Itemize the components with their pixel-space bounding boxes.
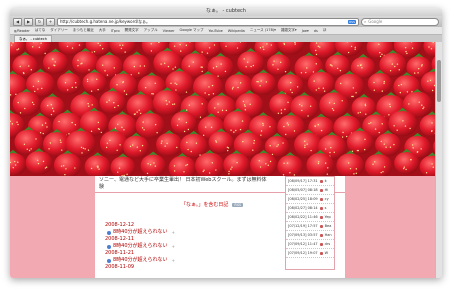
hatena-icon: [107, 230, 111, 235]
tab-active[interactable]: なぁ。 - cubtech: [14, 35, 52, 42]
ad-text-line1[interactable]: ソニー、電通など大手に卒業生輩出！ 日本初Webスクール。まずは無料体: [99, 177, 266, 183]
comment-time: [07/09/13] 03:57: [288, 233, 318, 237]
browser-toolbar: ◀ ▶ ↻ + http://cubtech.g.hatena.ne.jp/ke…: [10, 16, 442, 27]
entry-date[interactable]: 2008-12-11: [105, 236, 175, 243]
entry-title[interactable]: 8時40分が超えられない: [113, 229, 168, 236]
avatar: [319, 242, 323, 246]
back-button[interactable]: ◀: [13, 17, 22, 26]
bookmark-item[interactable]: ITpro: [111, 29, 120, 33]
hatena-icon: [107, 258, 111, 263]
comment-time: [07/09/12] 11:47: [288, 242, 318, 246]
search-placeholder: Google: [368, 19, 383, 24]
entry-title[interactable]: 8時40分が超えられない: [113, 243, 168, 250]
bookmark-item[interactable]: Joe▾: [302, 29, 309, 33]
comment-row[interactable]: [07/09/13] 03:57 Han: [286, 231, 334, 240]
comment-row[interactable]: [07/09/12] 19:07 W: [286, 249, 334, 258]
reload-button[interactable]: ↻: [35, 17, 44, 26]
expand-icon[interactable]: +: [172, 257, 175, 264]
entry-date[interactable]: 2008-12-12: [105, 222, 175, 229]
bookmark-item[interactable]: Viewer: [163, 29, 175, 33]
comment-user[interactable]: drs: [325, 242, 330, 246]
avatar: [319, 206, 323, 210]
avatar: [319, 233, 323, 237]
comment-row[interactable]: [07/12/19] 17:57 Bea: [286, 222, 334, 231]
avatar: [319, 188, 323, 192]
bookmark-item[interactable]: g/Reader: [14, 29, 30, 33]
add-bookmark-button[interactable]: +: [46, 17, 55, 26]
scrollbar-thumb[interactable]: [437, 60, 441, 102]
avatar: [319, 224, 323, 228]
entry-title-row: 8時40分が超えられない +: [105, 229, 175, 236]
avatar: [319, 251, 323, 255]
window-title: なぁ。 - cubtech: [206, 8, 246, 14]
avatar: [319, 179, 323, 183]
bookmark-item[interactable]: 開発文字: [125, 28, 139, 33]
rss-badge[interactable]: RSS: [232, 202, 244, 207]
comment-row[interactable]: [08/02/27] 08:14 s: [286, 204, 334, 213]
bookmarks-bar: g/Reader はてな ダイアリー まつもと最近 大手 ITpro 開発文字 …: [10, 27, 442, 35]
comment-row[interactable]: [08/02/25] 18:09 cy: [286, 195, 334, 204]
ad-text-line2[interactable]: 験: [99, 184, 104, 190]
comment-row[interactable]: [07/09/12] 11:47 drs: [286, 240, 334, 249]
bookmark-item[interactable]: Google マップ: [180, 28, 204, 33]
comment-time: [08/02/27] 08:14: [288, 206, 318, 210]
bookmark-item[interactable]: YouTube: [209, 29, 223, 33]
vertical-scrollbar[interactable]: [435, 42, 442, 278]
bookmark-item[interactable]: ニュース (178)▾: [250, 28, 276, 33]
bookmark-item[interactable]: アップル: [144, 28, 158, 33]
url-text[interactable]: http://cubtech.g.hatena.ne.jp/keyword/なぁ…: [60, 19, 346, 25]
comment-user[interactable]: Yep: [325, 215, 331, 219]
bookmark-item[interactable]: Wikipedia: [228, 29, 245, 33]
comment-time: [08/05/07] 08:18: [288, 188, 318, 192]
avatar: [319, 197, 323, 201]
diary-heading-text: 「なぁ。」を含む日記: [181, 202, 229, 208]
hatena-icon: [107, 244, 111, 249]
bookmark-item[interactable]: 雑雑文字▾: [281, 28, 297, 33]
comment-time: [07/12/19] 17:57: [288, 224, 318, 228]
diary-entry-list: 2008-12-12 8時40分が超えられない + 2008-12-11 8時4…: [105, 222, 175, 271]
comment-user[interactable]: k: [325, 179, 327, 183]
comment-user[interactable]: cy: [325, 197, 329, 201]
search-field[interactable]: ⌕ Google: [361, 17, 439, 26]
entry-title-row: 8時40分が超えられない +: [105, 257, 175, 264]
entry-date[interactable]: 2008-11-09: [105, 264, 175, 271]
url-bar[interactable]: http://cubtech.g.hatena.ne.jp/keyword/なぁ…: [57, 17, 359, 26]
expand-icon[interactable]: +: [172, 243, 175, 250]
search-icon: ⌕: [364, 19, 367, 24]
avatar: [319, 215, 323, 219]
bookmark-item[interactable]: はてな: [35, 28, 46, 33]
entry-title-row: 8時40分が超えられない +: [105, 243, 175, 250]
bookmark-item[interactable]: ダイアリー: [50, 28, 68, 33]
strawberry-header-image: [10, 42, 442, 176]
comment-time: [08/09/17] 17:31: [288, 179, 318, 183]
comment-row[interactable]: [08/05/07] 08:18 Hi: [286, 186, 334, 195]
comment-user[interactable]: Han: [325, 233, 332, 237]
entry-title[interactable]: 8時40分が超えられない: [113, 257, 168, 264]
comment-time: [07/09/12] 19:07: [288, 251, 318, 255]
rss-icon[interactable]: RSS: [348, 19, 356, 24]
bookmark-item[interactable]: まつもと最近: [73, 28, 94, 33]
comment-time: [08/02/25] 18:09: [288, 197, 318, 201]
page-content: ソニー、電通など大手に卒業生輩出！ 日本初Webスクール。まずは無料体 験 「な…: [10, 42, 442, 278]
forward-button[interactable]: ▶: [24, 17, 33, 26]
comment-user[interactable]: Hi: [325, 188, 329, 192]
comment-row[interactable]: [08/02/22] 11:46 Yep: [286, 213, 334, 222]
comment-time: [08/02/22] 11:46: [288, 215, 318, 219]
comment-user[interactable]: W: [325, 251, 328, 255]
bookmark-item[interactable]: ほ: [323, 28, 327, 33]
bookmark-item[interactable]: ds: [314, 29, 318, 33]
expand-icon[interactable]: +: [172, 229, 175, 236]
browser-window: なぁ。 - cubtech ◀ ▶ ↻ + http://cubtech.g.h…: [10, 8, 442, 278]
bookmark-item[interactable]: 大手: [99, 28, 106, 33]
comment-row[interactable]: [08/09/17] 17:31 k: [286, 177, 334, 186]
recent-comments-box: [08/09/17] 17:31 k [08/05/07] 08:18 Hi [08…: [285, 176, 335, 270]
comment-user[interactable]: s: [325, 206, 327, 210]
entry-date[interactable]: 2008-11-21: [105, 250, 175, 257]
title-bar: なぁ。 - cubtech: [10, 8, 442, 16]
comment-user[interactable]: Bea: [325, 224, 332, 228]
